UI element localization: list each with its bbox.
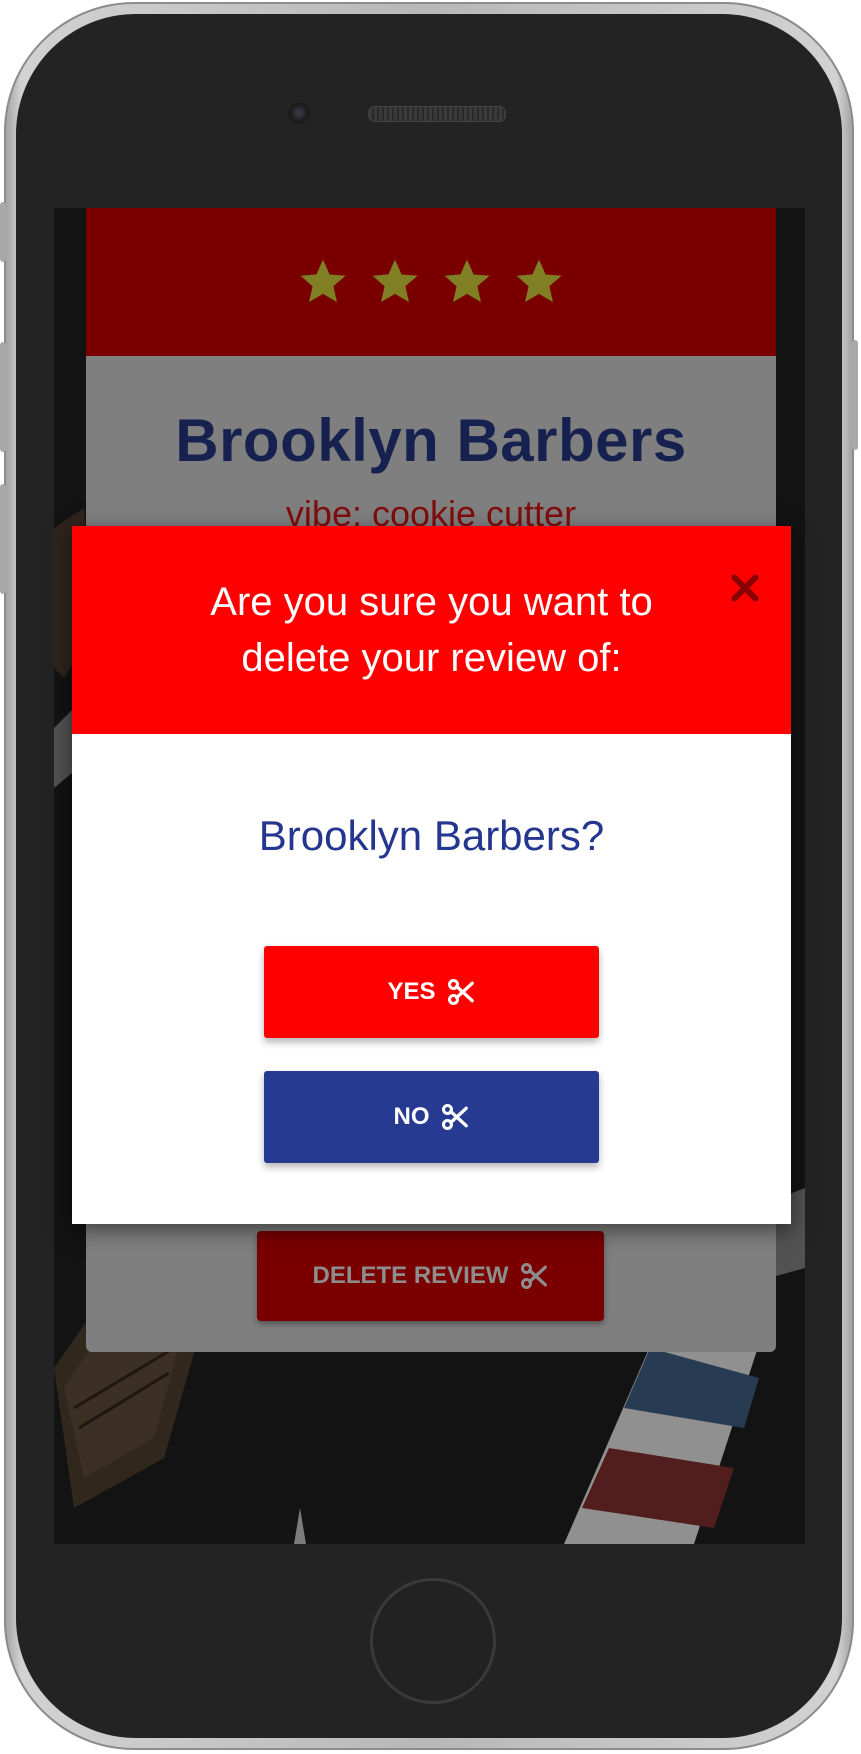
- modal-title: Are you sure you want to delete your rev…: [210, 580, 653, 680]
- mute-switch: [0, 202, 6, 262]
- close-button[interactable]: [727, 570, 763, 606]
- yes-button[interactable]: YES: [264, 946, 599, 1038]
- modal-header: Are you sure you want to delete your rev…: [72, 526, 791, 734]
- modal-subject: Brooklyn Barbers?: [258, 812, 605, 859]
- no-label: NO: [393, 1103, 430, 1130]
- home-button[interactable]: [370, 1578, 496, 1704]
- earpiece-speaker: [368, 106, 506, 122]
- close-icon: [731, 574, 759, 602]
- scissors-icon: [447, 978, 474, 1006]
- front-camera: [288, 102, 310, 124]
- yes-label: YES: [387, 978, 436, 1005]
- power-button: [852, 340, 858, 450]
- volume-up-button: [0, 342, 6, 452]
- volume-down-button: [0, 484, 6, 594]
- delete-confirm-modal: Are you sure you want to delete your rev…: [72, 526, 791, 1224]
- no-button[interactable]: NO: [264, 1071, 599, 1163]
- scissors-icon: [441, 1103, 468, 1131]
